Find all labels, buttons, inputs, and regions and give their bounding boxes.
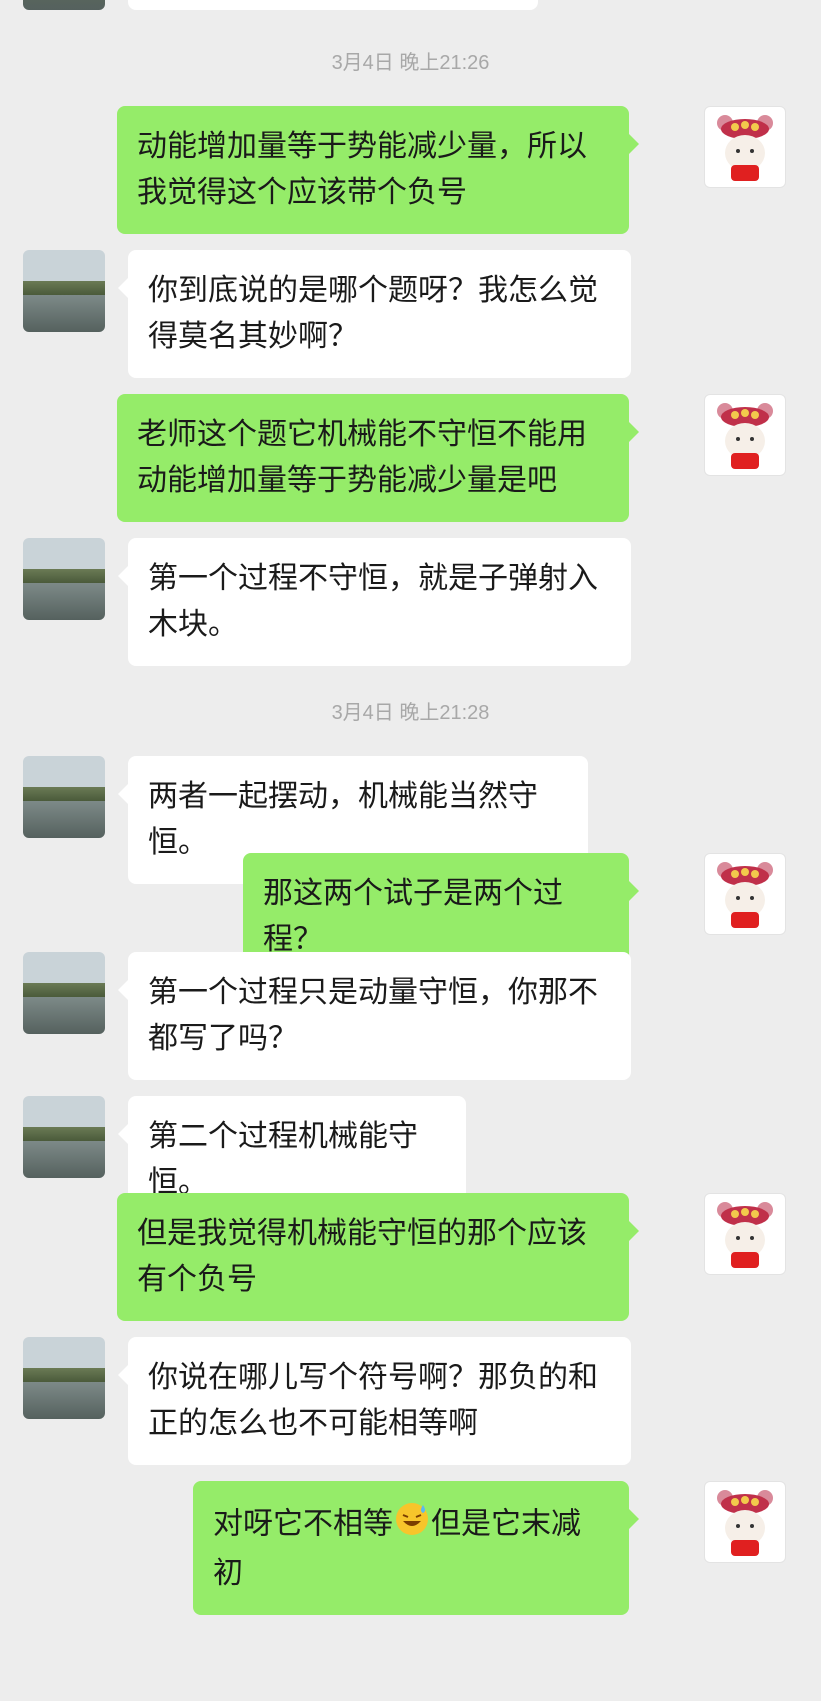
sender-avatar[interactable] — [23, 1096, 105, 1178]
cartoon-girl-icon — [717, 403, 773, 469]
self-avatar[interactable] — [704, 1193, 786, 1275]
sender-avatar[interactable] — [23, 952, 105, 1034]
self-avatar[interactable] — [704, 106, 786, 188]
timestamp: 3月4日 晚上21:28 — [331, 702, 490, 724]
message-text: 老师这个题它机械能不守恒不能用动能增加量等于势能减少量是吧 — [137, 417, 587, 498]
self-avatar[interactable] — [704, 1481, 786, 1563]
sender-avatar[interactable] — [23, 538, 105, 620]
message-text: 第一个过程不守恒，就是子弹射入木块。 — [148, 561, 598, 642]
chat-history: 3月4日 晚上21:26 动能增加量等于势能减少量，所以我觉得这个应该带个负号 … — [0, 0, 821, 1701]
message-text: 但是我觉得机械能守恒的那个应该有个负号 — [137, 1216, 587, 1297]
sweat-laugh-emoji-icon — [393, 1499, 431, 1551]
self-avatar[interactable] — [704, 394, 786, 476]
cartoon-girl-icon — [717, 862, 773, 928]
message-text: 第一个过程只是动量守恒，你那不都写了吗？ — [148, 975, 598, 1056]
cartoon-girl-icon — [717, 1490, 773, 1556]
message-bubble-outgoing[interactable]: 老师这个题它机械能不守恒不能用动能增加量等于势能减少量是吧 — [117, 394, 639, 522]
message-text: 你说在哪儿写个符号啊？那负的和正的怎么也不可能相等啊 — [148, 1360, 598, 1441]
message-bubble-outgoing[interactable]: 对呀它不相等 但是它末减初 — [193, 1481, 639, 1615]
sender-avatar[interactable] — [23, 250, 105, 332]
message-bubble-cropped — [128, 0, 538, 10]
message-text: 两者一起摆动，机械能当然守恒。 — [148, 779, 538, 860]
message-text: 对呀它不相等 — [213, 1506, 393, 1542]
message-text: 动能增加量等于势能减少量，所以我觉得这个应该带个负号 — [137, 129, 587, 210]
scroll-edge — [809, 0, 821, 1701]
message-bubble-outgoing[interactable]: 但是我觉得机械能守恒的那个应该有个负号 — [117, 1193, 639, 1321]
message-text: 你到底说的是哪个题呀？我怎么觉得莫名其妙啊？ — [148, 273, 598, 354]
cartoon-girl-icon — [717, 1202, 773, 1268]
sender-avatar[interactable] — [23, 1337, 105, 1419]
self-avatar[interactable] — [704, 853, 786, 935]
message-bubble-incoming[interactable]: 你说在哪儿写个符号啊？那负的和正的怎么也不可能相等啊 — [118, 1337, 631, 1465]
timestamp: 3月4日 晚上21:26 — [331, 52, 490, 74]
message-bubble-incoming[interactable]: 第一个过程不守恒，就是子弹射入木块。 — [118, 538, 631, 666]
message-text: 那这两个试子是两个过程？ — [263, 876, 563, 957]
sender-avatar[interactable] — [23, 756, 105, 838]
sender-avatar[interactable] — [23, 0, 105, 10]
message-text: 第二个过程机械能守恒。 — [148, 1119, 418, 1200]
message-bubble-incoming[interactable]: 你到底说的是哪个题呀？我怎么觉得莫名其妙啊？ — [118, 250, 631, 378]
message-bubble-outgoing[interactable]: 动能增加量等于势能减少量，所以我觉得这个应该带个负号 — [117, 106, 639, 234]
message-bubble-incoming[interactable]: 第一个过程只是动量守恒，你那不都写了吗？ — [118, 952, 631, 1080]
cartoon-girl-icon — [717, 115, 773, 181]
